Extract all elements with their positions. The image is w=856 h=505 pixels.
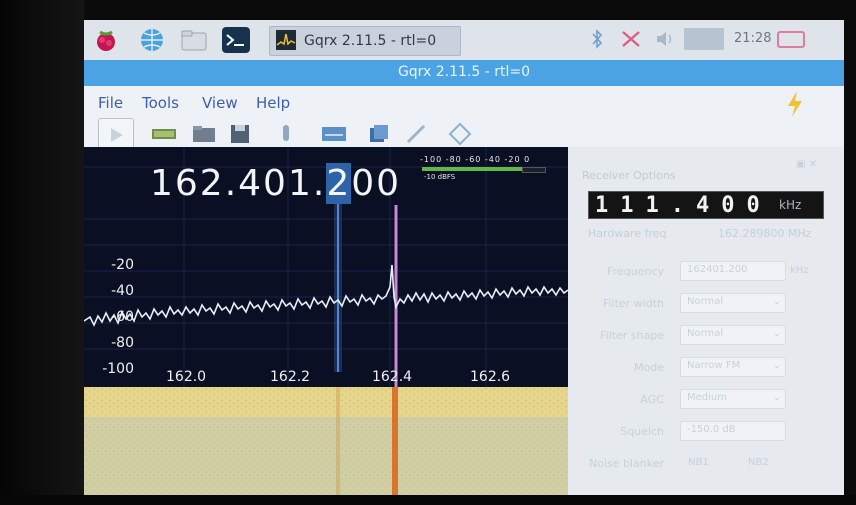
y-axis-label: -40 (111, 283, 134, 299)
screenshot-icon (370, 125, 388, 142)
remote-control-button[interactable] (444, 120, 476, 148)
filter-width-label: Filter width (602, 297, 664, 310)
menu-file[interactable]: File (98, 94, 123, 112)
chevron-down-icon: ⌄ (772, 392, 781, 403)
open-file-button[interactable] (188, 120, 220, 148)
panel-float-icon[interactable]: ▣ ✕ (796, 159, 817, 170)
filter-shape-select[interactable]: Normal ⌄ (680, 325, 786, 345)
taskbar: Gqrx 2.11.5 - rtl=0 21:28 (84, 20, 844, 61)
fft-settings-icon (322, 127, 346, 141)
mode-select[interactable]: Narrow FM ⌄ (680, 357, 786, 377)
taskbar-task-gqrx[interactable]: Gqrx 2.11.5 - rtl=0 (269, 26, 461, 56)
menubar: File Tools View Help (84, 86, 844, 118)
y-axis-label: -20 (111, 257, 134, 273)
device-settings-button[interactable] (148, 120, 180, 148)
monitor-bezel (0, 0, 84, 505)
monitor-bezel-bottom (0, 495, 856, 505)
waterfall-display[interactable] (84, 387, 568, 498)
filter-width-select[interactable]: Normal ⌄ (680, 293, 786, 313)
volume-icon[interactable] (654, 28, 676, 50)
taskbar-task-label: Gqrx 2.11.5 - rtl=0 (304, 33, 437, 49)
x-axis-label: 162.6 (470, 369, 511, 385)
frequency-label: Frequency (607, 265, 664, 278)
gqrx-app-icon (276, 30, 296, 50)
mode-value: Narrow FM (687, 360, 741, 371)
web-browser-icon[interactable] (138, 27, 166, 53)
menu-help[interactable]: Help (256, 94, 290, 112)
y-axis-label: -60 (111, 309, 134, 325)
y-axis-label: -100 (102, 361, 134, 377)
filter-shape-label: Filter shape (600, 329, 664, 342)
agc-value: Medium (687, 392, 727, 403)
open-file-icon (193, 126, 215, 142)
window-title: Gqrx 2.11.5 - rtl=0 (397, 64, 531, 80)
window-titlebar[interactable]: Gqrx 2.11.5 - rtl=0 (84, 60, 844, 86)
chevron-down-icon: ⌄ (772, 328, 781, 339)
frequency-prefix: 162.401. (150, 163, 327, 204)
network-disconnected-icon[interactable] (620, 28, 642, 50)
save-button[interactable] (224, 120, 256, 148)
remote-control-icon (448, 122, 472, 146)
screen: Gqrx 2.11.5 - rtl=0 21:28 Gqrx 2.11.5 - … (84, 20, 844, 498)
signal-meter: -100 -80 -60 -40 -20 0 -10 dBFS (420, 155, 548, 183)
clock[interactable]: 21:28 (734, 31, 771, 46)
meter-level-bar (422, 167, 522, 171)
agc-label: AGC (640, 393, 664, 406)
x-axis-label: 162.4 (372, 369, 413, 385)
chevron-down-icon: ⌄ (772, 360, 781, 371)
filter-shape-value: Normal (687, 328, 724, 339)
meter-scale: -100 -80 -60 -40 -20 0 (420, 155, 531, 164)
frequency-input[interactable]: 162401.200 (680, 261, 786, 281)
nb2-button[interactable]: NB2 (748, 457, 769, 468)
raspberry-menu-icon[interactable] (92, 27, 120, 53)
frequency-selected-digit[interactable]: 2 (326, 163, 352, 204)
frequency-input-value: 162401.200 (687, 264, 748, 275)
record-icon (283, 125, 289, 141)
spectrum-trace (84, 264, 568, 327)
fft-settings-button[interactable] (318, 120, 350, 148)
filter-offset-lcd[interactable]: 111.400 kHz (588, 191, 824, 219)
file-manager-icon[interactable] (180, 27, 208, 53)
mode-label: Mode (634, 361, 664, 374)
receiver-options-panel: Receiver Options ▣ ✕ 111.400 kHz Hardwar… (568, 147, 844, 498)
screenshot-button[interactable] (362, 120, 394, 148)
y-axis-label: -80 (111, 335, 134, 351)
adjust-button[interactable] (400, 120, 432, 148)
nb1-button[interactable]: NB1 (688, 457, 709, 468)
menu-tools[interactable]: Tools (142, 94, 179, 112)
save-icon (231, 125, 249, 143)
filter-width-value: Normal (687, 296, 724, 307)
squelch-label: Squelch (620, 425, 664, 438)
bluetooth-icon[interactable] (590, 28, 604, 50)
spectrum-plot[interactable]: 162.401.200 -100 -80 -60 -40 -20 0 -10 d… (84, 147, 568, 387)
hardware-freq-label: Hardware freq (588, 227, 667, 240)
terminal-icon[interactable] (222, 27, 250, 53)
agc-select[interactable]: Medium ⌄ (680, 389, 786, 409)
x-axis-label: 162.2 (270, 369, 311, 385)
meter-track (522, 167, 546, 173)
lightning-bolt-icon (784, 90, 806, 118)
adjust-icon (406, 124, 426, 144)
waterfall-canvas (84, 387, 568, 498)
chevron-down-icon: ⌄ (772, 296, 781, 307)
frequency-unit: kHz (790, 265, 809, 276)
hardware-freq-value: 162.289800 MHz (718, 227, 812, 240)
device-settings-icon (152, 129, 176, 139)
record-button[interactable] (270, 120, 302, 148)
cpu-monitor-icon (684, 28, 724, 50)
noise-blanker-label: Noise blanker (588, 457, 664, 470)
panel-title: Receiver Options (582, 169, 676, 182)
battery-icon (777, 31, 805, 48)
x-axis-label: 162.0 (166, 369, 207, 385)
lcd-unit: kHz (779, 198, 802, 212)
lcd-value: 111.400 (595, 193, 772, 218)
meter-label: -10 dBFS (424, 173, 456, 181)
squelch-input[interactable]: -150.0 dB (680, 421, 786, 441)
frequency-suffix: 00 (351, 163, 402, 204)
menu-view[interactable]: View (202, 94, 238, 112)
frequency-display[interactable]: 162.401.200 (150, 163, 401, 204)
squelch-value: -150.0 dB (687, 424, 736, 435)
